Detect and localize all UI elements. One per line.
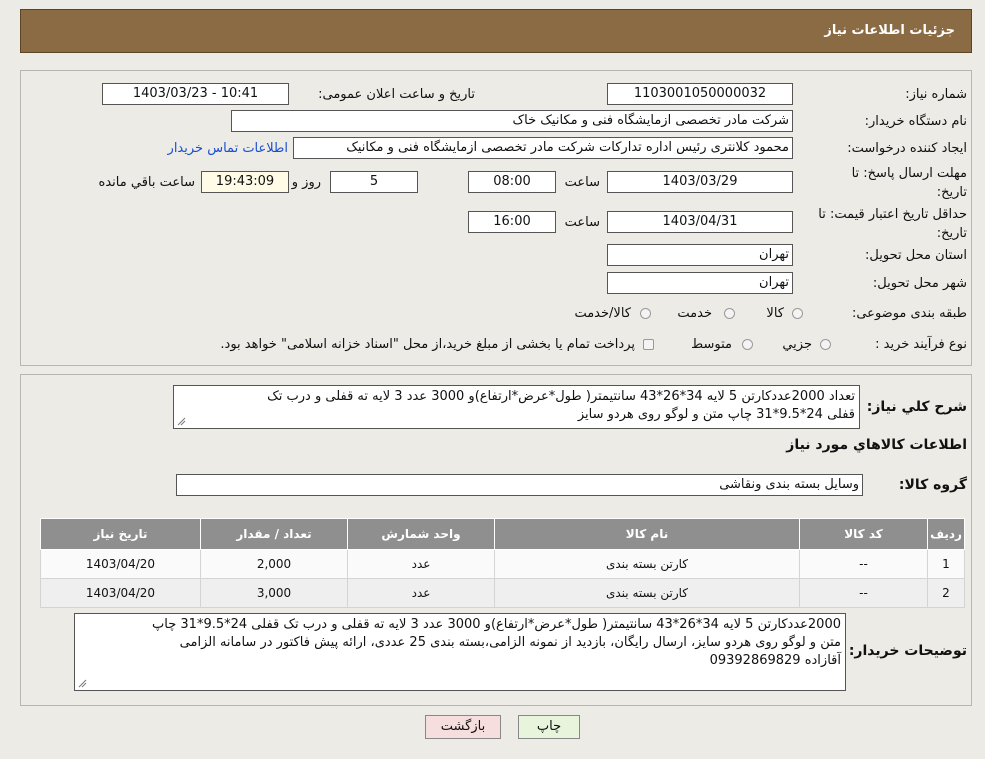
announce-date-field: 1403/03/23 - 10:41 [102, 83, 289, 105]
description-line-1: تعداد 2000عددکارتن 5 لایه 34*26*43 سانتی… [267, 389, 855, 404]
cell-item-code: -- [799, 549, 928, 579]
announce-date-label: تاریخ و ساعت اعلان عمومی: [318, 87, 475, 102]
process-radio-medium[interactable] [742, 339, 753, 350]
cell-need-date: 1403/04/20 [40, 578, 201, 608]
deadline-date-field: 1403/03/29 [607, 171, 793, 193]
goods-table: رديف کد کالا نام کالا واحد شمارش تعداد /… [40, 518, 965, 608]
process-radio-minor[interactable] [820, 339, 831, 350]
col-need-date: تاريخ نياز [40, 518, 201, 550]
page-header: جزئیات اطلاعات نیاز [20, 9, 972, 53]
col-quantity: تعداد / مقدار [200, 518, 348, 550]
process-label: نوع فرآیند خرید : [875, 337, 967, 352]
cell-quantity: 3,000 [200, 578, 348, 608]
buyer-org-field: شرکت مادر تخصصی ازمایشگاه فنی و مکانیک خ… [231, 110, 793, 132]
remaining-days-field: 5 [330, 171, 418, 193]
page-title: جزئیات اطلاعات نیاز [824, 23, 955, 38]
goods-table-header: رديف کد کالا نام کالا واحد شمارش تعداد /… [40, 518, 965, 550]
category-option-goods: کالا [766, 306, 784, 321]
buyer-org-label: نام دستگاه خریدار: [864, 114, 967, 129]
goods-group-field: وسایل بسته بندی ونقاشی [176, 474, 863, 496]
goods-section-title: اطلاعات کالاهاي مورد نياز [786, 437, 967, 453]
buyer-notes-label: توضیحات خریدار: [848, 643, 967, 659]
col-unit: واحد شمارش [347, 518, 495, 550]
cell-row-number: 1 [927, 549, 965, 579]
process-note: پرداخت تمام یا بخشی از مبلغ خرید،از محل … [220, 337, 635, 352]
cell-item-name: کارتن بسته بندی [494, 549, 800, 579]
buyer-notes-textarea[interactable]: 2000عددکارتن 5 لایه 34*26*43 سانتیمتر( ط… [74, 613, 846, 691]
creator-label: ایجاد کننده درخواست: [847, 141, 967, 156]
print-button[interactable]: چاپ [518, 715, 580, 739]
table-row: 2 -- کارتن بسته بندی عدد 3,000 1403/04/2… [40, 578, 965, 608]
description-label: شرح کلي نياز: [866, 399, 967, 415]
remaining-time-field: 19:43:09 [201, 171, 289, 193]
deadline-label-date: تاریخ: [936, 185, 967, 200]
cell-unit: عدد [347, 578, 495, 608]
deadline-label: مهلت ارسال پاسخ: تا [851, 166, 967, 181]
description-line-2: قفلی 24*9.5*31 چاپ متن و لوگو روی هردو س… [577, 407, 855, 422]
validity-time-field: 16:00 [468, 211, 556, 233]
validity-time-label: ساعت [564, 215, 600, 230]
province-label: استان محل تحویل: [865, 248, 967, 263]
cell-item-name: کارتن بسته بندی [494, 578, 800, 608]
creator-field: محمود کلانتری رئیس اداره تدارکات شرکت ما… [293, 137, 793, 159]
back-button[interactable]: بازگشت [425, 715, 501, 739]
buyer-notes-line-2: متن و لوگو روی هردو سایز، ارسال رایگان، … [179, 635, 841, 650]
category-radio-goods[interactable] [792, 308, 803, 319]
province-field: تهران [607, 244, 793, 266]
cell-item-code: -- [799, 578, 928, 608]
col-item-code: کد کالا [799, 518, 928, 550]
category-radio-goods-service[interactable] [640, 308, 651, 319]
cell-quantity: 2,000 [200, 549, 348, 579]
category-option-service: خدمت [677, 306, 712, 321]
cell-row-number: 2 [927, 578, 965, 608]
validity-label: حداقل تاریخ اعتبار قیمت: تا [818, 207, 967, 222]
validity-date-field: 1403/04/31 [607, 211, 793, 233]
col-item-name: نام کالا [494, 518, 800, 550]
process-option-minor: جزيي [782, 337, 812, 352]
category-option-goods-service: کالا/خدمت [574, 306, 631, 321]
cell-unit: عدد [347, 549, 495, 579]
resize-grip-icon[interactable] [78, 679, 87, 688]
description-textarea[interactable]: تعداد 2000عددکارتن 5 لایه 34*26*43 سانتی… [173, 385, 860, 429]
city-label: شهر محل تحویل: [872, 276, 967, 291]
treasury-checkbox[interactable] [643, 339, 654, 350]
buyer-notes-line-1: 2000عددکارتن 5 لایه 34*26*43 سانتیمتر( ط… [152, 617, 841, 632]
buyer-notes-line-3: آقازاده 09392869829 [709, 653, 841, 668]
process-option-medium: متوسط [691, 337, 732, 352]
deadline-time-label: ساعت [564, 175, 600, 190]
deadline-time-field: 08:00 [468, 171, 556, 193]
category-radio-service[interactable] [724, 308, 735, 319]
validity-label-date: تاریخ: [936, 226, 967, 241]
category-label: طبقه بندی موضوعی: [851, 306, 967, 321]
city-field: تهران [607, 272, 793, 294]
cell-need-date: 1403/04/20 [40, 549, 201, 579]
remaining-time-label: ساعت باقي مانده [98, 175, 195, 190]
need-number-label: شماره نیاز: [905, 87, 967, 102]
resize-grip-icon[interactable] [177, 417, 186, 426]
col-row-number: رديف [927, 518, 965, 550]
buyer-contact-link[interactable]: اطلاعات تماس خریدار [168, 141, 288, 156]
table-row: 1 -- کارتن بسته بندی عدد 2,000 1403/04/2… [40, 549, 965, 579]
need-number-field: 1103001050000032 [607, 83, 793, 105]
days-label: روز و [291, 175, 321, 190]
goods-group-label: گروه کالا: [898, 477, 967, 493]
